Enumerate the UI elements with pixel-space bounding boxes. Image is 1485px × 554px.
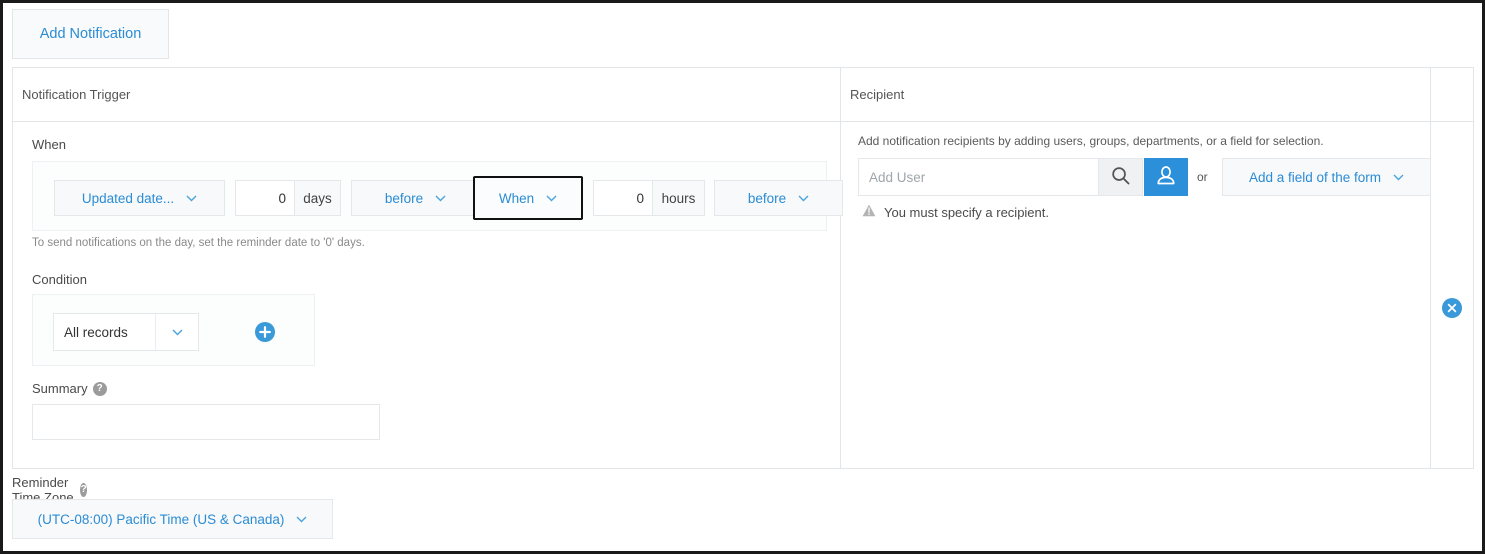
chevron-down-icon <box>186 195 197 202</box>
trigger-date-field-value: Updated date... <box>82 191 174 206</box>
plus-icon <box>255 322 275 342</box>
column-header-label: Notification Trigger <box>22 87 130 102</box>
days-direction-value: before <box>385 191 423 206</box>
reminder-timezone-value: (UTC-08:00) Pacific Time (US & Canada) <box>38 512 285 527</box>
condition-dropdown[interactable]: All records <box>53 313 199 351</box>
trigger-date-field-dropdown[interactable]: Updated date... <box>54 180 225 216</box>
search-user-button[interactable] <box>1099 158 1143 196</box>
tab-strip: Add Notification <box>3 3 1482 61</box>
when-label: When <box>32 137 66 152</box>
column-header-notification-trigger: Notification Trigger <box>13 68 841 121</box>
hours-input[interactable] <box>593 180 653 216</box>
notifications-table: Notification Trigger Recipient When Upda… <box>12 67 1474 469</box>
hours-direction-dropdown[interactable]: before <box>714 180 843 216</box>
when-condition-panel: Updated date... days before <box>32 161 827 231</box>
days-input[interactable] <box>235 180 295 216</box>
summary-label: Summary ? <box>32 381 107 396</box>
condition-value: All records <box>54 314 155 350</box>
help-icon[interactable]: ? <box>80 483 87 497</box>
add-form-field-value: Add a field of the form <box>1249 170 1381 185</box>
warning-icon <box>862 204 876 220</box>
add-user-input[interactable] <box>858 158 1099 196</box>
tab-add-notification-label: Add Notification <box>40 26 142 42</box>
when-offset-dropdown[interactable]: When <box>473 176 583 220</box>
chevron-down-icon <box>1393 174 1404 181</box>
chevron-down-icon <box>546 195 557 202</box>
when-offset-value: When <box>499 191 534 206</box>
summary-textarea[interactable] <box>32 404 380 440</box>
chevron-down-icon <box>435 195 446 202</box>
cell-notification-trigger: When Updated date... days <box>13 122 841 469</box>
recipient-warning-text: You must specify a recipient. <box>884 205 1049 220</box>
cell-recipient: Add notification recipients by adding us… <box>841 122 1431 469</box>
column-header-recipient: Recipient <box>841 68 1431 121</box>
reminder-hint-text: To send notifications on the day, set th… <box>32 237 365 249</box>
close-circle-icon <box>1442 298 1462 318</box>
help-icon[interactable]: ? <box>93 382 107 396</box>
tab-add-notification[interactable]: Add Notification <box>12 9 169 59</box>
select-person-button[interactable] <box>1144 158 1188 196</box>
days-direction-dropdown[interactable]: before <box>351 180 480 216</box>
chevron-down-icon <box>155 314 198 350</box>
column-header-actions <box>1431 68 1473 121</box>
or-label: or <box>1197 170 1208 184</box>
condition-panel: All records <box>32 294 315 366</box>
remove-notification-button[interactable] <box>1442 298 1462 318</box>
hours-direction-value: before <box>748 191 786 206</box>
reminder-timezone-dropdown[interactable]: (UTC-08:00) Pacific Time (US & Canada) <box>12 499 333 539</box>
days-unit-label: days <box>295 180 341 216</box>
recipient-description: Add notification recipients by adding us… <box>858 134 1324 148</box>
column-header-label: Recipient <box>850 87 904 102</box>
person-icon <box>1154 164 1178 191</box>
chevron-down-icon <box>798 195 809 202</box>
table-header-row: Notification Trigger Recipient <box>13 68 1473 122</box>
add-form-field-dropdown[interactable]: Add a field of the form <box>1222 158 1431 196</box>
search-icon <box>1110 165 1131 189</box>
condition-label: Condition <box>32 272 87 287</box>
recipient-warning: You must specify a recipient. <box>862 204 1049 220</box>
add-condition-button[interactable] <box>255 322 275 342</box>
table-row: When Updated date... days <box>13 122 1473 469</box>
cell-row-actions <box>1431 122 1473 469</box>
chevron-down-icon <box>296 516 307 523</box>
notification-settings-page: Add Notification Notification Trigger Re… <box>3 3 1482 551</box>
hours-unit-label: hours <box>653 180 705 216</box>
